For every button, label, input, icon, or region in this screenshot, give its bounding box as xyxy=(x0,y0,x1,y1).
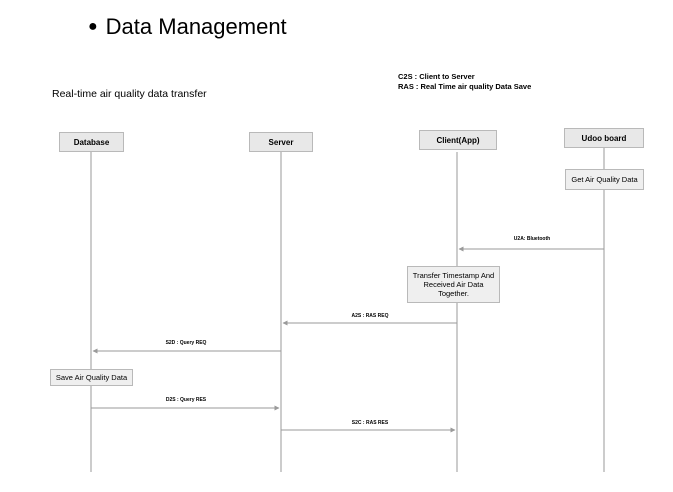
label-u2a: U2A: Bluetooth xyxy=(513,236,551,242)
actor-database: Database xyxy=(59,132,124,152)
note-get-air-quality: Get Air Quality Data xyxy=(565,169,644,190)
note-save-air-quality: Save Air Quality Data xyxy=(50,369,133,386)
label-s2c: S2C : RAS RES xyxy=(351,420,389,426)
label-d2s: D2S : Query RES xyxy=(165,397,207,403)
note-transfer-timestamp: Transfer Timestamp And Received Air Data… xyxy=(407,266,500,303)
actor-udoo-board: Udoo board xyxy=(564,128,644,148)
label-s2d: S2D : Query REQ xyxy=(165,340,207,346)
sequence-diagram xyxy=(90,148,605,472)
actor-client: Client(App) xyxy=(419,130,497,150)
label-a2s: A2S : RAS REQ xyxy=(351,313,389,319)
actor-server: Server xyxy=(249,132,313,152)
